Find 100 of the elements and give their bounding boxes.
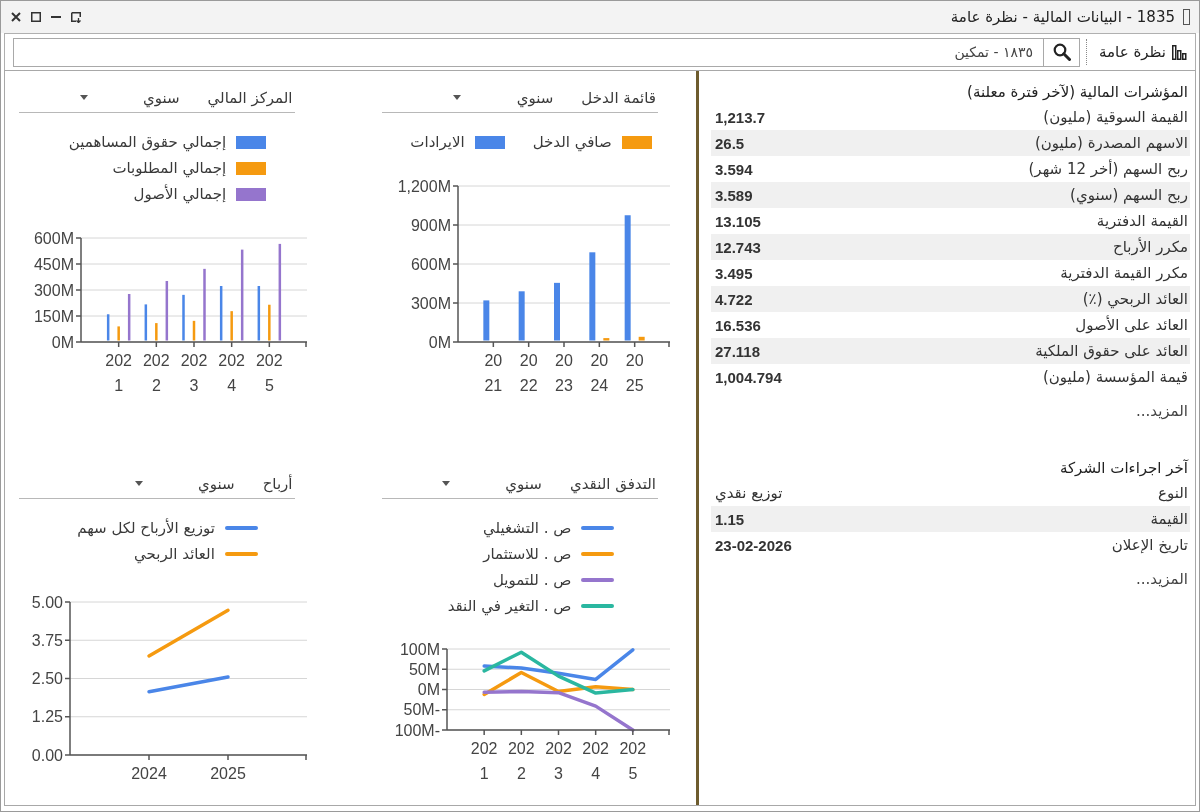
chart-title: التدفق النقدي [569,474,656,493]
row-value: 1,004.794 [715,368,782,386]
period-dropdown[interactable]: سنوي [437,474,542,493]
row-value: 3.594 [715,160,753,178]
legend-label: إجمالي حقوق المساهمين [68,133,227,151]
x-axis-label: 2024 [217,352,245,394]
row-value: 4.722 [715,290,753,308]
caret-icon [79,95,88,100]
y-axis-label: 1.25 [31,708,63,726]
period-dropdown[interactable]: سنوي [449,88,554,107]
caret-icon [134,481,143,486]
caret-icon [441,481,450,486]
period-dropdown[interactable]: سنوي [130,474,235,493]
row-value: 26.5 [715,134,745,152]
chart-bar [229,311,233,341]
row-label: مكرر القيمة الدفترية [1060,264,1188,282]
close-icon[interactable] [11,12,21,22]
search-icon [1052,43,1071,61]
chart-bar [106,314,109,341]
legend-label: العائد الربحي [134,545,215,563]
chart-bar [603,338,610,341]
window-arrow-icon[interactable] [71,11,82,23]
chart-bar [192,320,195,341]
x-axis-label: 2025 [255,352,283,394]
chart-bar [257,286,260,341]
row-label: قيمة المؤسسة (مليون) [1042,368,1188,386]
section-title: المؤشرات المالية (لآخر فترة معلنة) [966,82,1189,103]
row-value: 27.118 [715,342,761,360]
chart-bar [154,323,158,341]
legend-label: إجمالي الأصول [133,185,227,203]
x-axis-label: 2021 [104,352,132,394]
period-dropdown[interactable]: سنوي [75,88,180,107]
legend-label: ص . التغير في النقد [447,597,572,615]
y-axis-label: 100M [399,640,440,658]
row-value: 16.536 [715,316,761,334]
legend-label: إجمالي المطلوبات [112,159,227,177]
more-link[interactable]: المزيد... [1135,399,1188,423]
y-axis-label: 50M [408,660,440,678]
x-axis-label: 2022 [519,352,538,394]
x-axis-label: 2023 [555,352,573,394]
row-value: 23-02-2026 [715,536,792,554]
chart-bar [638,336,645,341]
maximize-icon[interactable] [31,12,41,22]
row-label: القيمة السوقية (مليون) [1043,108,1188,126]
row-label: العائد الربحي (٪) [1082,290,1188,308]
legend-label: ص . للتمويل [492,571,572,589]
row-label: العائد على حقوق الملكية [1035,342,1188,360]
x-axis-label: 2025 [625,352,644,394]
y-axis-label: 3.75 [31,631,63,649]
x-axis-label: 2024 [130,765,167,782]
y-axis-label: -100M [394,721,440,739]
chart-bar [127,294,130,341]
row-value: 3.495 [715,264,753,282]
section-title: آخر اجراءات الشركة [1058,458,1190,479]
x-axis-label: 2021 [484,352,503,394]
legend-label: ص . للاستثمار [483,545,572,563]
x-axis-label: 2023 [180,352,207,394]
chart-bar [181,294,185,341]
y-axis-label: 0M [417,681,440,698]
search-button[interactable] [1043,37,1080,67]
y-axis-label: 600M [33,229,74,247]
caret-icon [453,95,462,100]
chart-bar [165,281,168,341]
row-value: 1,213.7 [715,108,766,126]
y-axis-label: 0M [51,333,74,351]
more-link[interactable]: المزيد... [1135,567,1188,591]
chart-bar [267,304,271,341]
y-axis-label: 150M [33,307,74,325]
y-axis-label: 600M [410,255,451,273]
row-label: النوع [1158,484,1188,502]
row-value: 3.589 [715,186,753,204]
y-axis-label: 5.00 [31,593,63,611]
chart-title: المركز المالي [207,88,293,107]
chart-bar [144,304,147,341]
row-label: القيمة [1150,510,1188,528]
overview-button[interactable]: نظرة عامة [1095,41,1191,63]
y-axis-label: 450M [33,255,74,273]
chart-title: قائمة الدخل [581,88,656,107]
y-axis-label: 2.50 [31,670,63,687]
chart-bar [483,300,490,341]
row-value: 1.15 [715,510,745,528]
x-axis-label: 2022 [508,740,535,782]
row-label: العائد على الأصول [1075,316,1188,334]
search-field[interactable]: ١٨٣٥ - تمكين [13,37,1043,67]
row-label: القيمة الدفترية [1096,212,1188,230]
row-label: مكرر الأرباح [1113,238,1188,256]
y-axis-label: 1,200M [397,177,451,195]
chart-title: أرباح [262,474,293,493]
x-axis-label: 2025 [619,740,647,782]
legend-label: الايرادات [410,133,465,151]
x-axis-label: 2024 [582,740,609,782]
x-axis-label: 2024 [590,352,609,394]
y-axis-label: -50M [403,701,440,719]
legend-label: توزيع الأرباح لكل سهم [77,519,215,537]
x-axis-label: 2025 [209,765,246,782]
row-value: 13.105 [715,212,761,230]
x-axis-label: 2022 [142,352,170,394]
chart-bar [219,286,222,341]
legend-label: صافي الدخل [532,133,612,151]
chart-bar [116,326,120,341]
